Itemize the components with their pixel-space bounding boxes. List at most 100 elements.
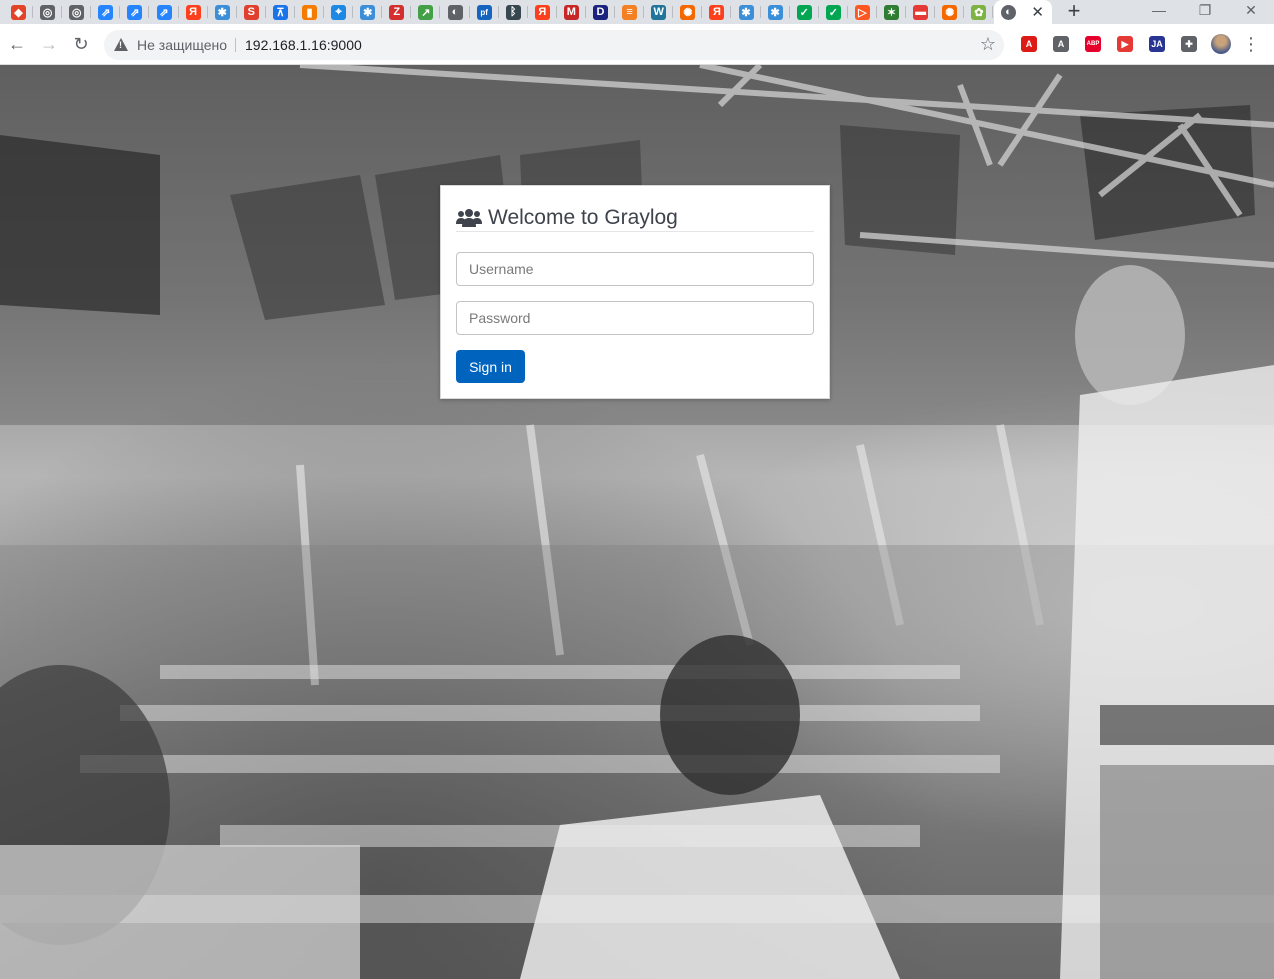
tab-separator [119,6,121,18]
pf-app-icon: pf [476,4,492,20]
jira-icon: ⇗ [127,4,143,20]
tab-separator [293,6,295,18]
forward-button[interactable]: → [37,32,61,56]
browser-tab[interactable]: D [586,0,615,24]
tab-separator [934,6,936,18]
browser-tab[interactable]: ↗ [411,0,441,24]
browser-tab[interactable]: ✓ [819,0,848,24]
media-ext-icon[interactable]: ▶ [1117,36,1133,52]
browser-tab[interactable]: ⌖ [324,0,354,24]
browser-tab[interactable]: ✿ [964,0,994,24]
browser-tab[interactable]: ⇗ [120,0,150,24]
bookmark-star-icon[interactable]: ☆ [980,34,996,55]
angular-icon[interactable]: A [1021,36,1037,52]
a-ext-icon[interactable]: A [1053,36,1069,52]
minimize-button[interactable]: — [1136,0,1182,24]
jira-icon: ⇗ [156,4,172,20]
browser-tab[interactable]: ✱ [208,0,237,24]
grafana-icon: ✺ [942,4,958,20]
tab-separator [846,6,848,18]
red-app-icon: ▬ [913,4,929,20]
tab-separator [614,6,615,18]
users-icon [456,208,482,227]
username-field[interactable] [456,252,814,286]
close-icon[interactable]: ✕ [1031,3,1044,21]
browser-tab[interactable]: ᛒ [499,0,528,24]
tab-separator [759,6,761,18]
browser-tab[interactable]: ◆ [4,0,33,24]
tab-separator [817,6,819,18]
address-bar[interactable]: Не защищено 192.168.1.16:9000 ☆ [104,30,1004,60]
tab-separator [701,6,703,18]
browser-tab[interactable]: ✺ [935,0,965,24]
star-app-icon: ✶ [884,4,899,20]
browser-tab[interactable]: ⊼ [266,0,295,24]
sign-in-button[interactable]: Sign in [456,350,525,383]
tab-separator [323,6,324,18]
menu-icon[interactable]: ⋮ [1242,34,1260,55]
pin-app-icon: ⌖ [331,4,347,20]
browser-tab[interactable]: ◎ [62,0,92,24]
browser-tab[interactable]: ✶ [877,0,906,24]
browser-tab[interactable]: ⇗ [150,0,179,24]
puzzle-icon[interactable]: ✚ [1181,36,1197,52]
tab-separator [672,6,674,18]
orange-app-icon: ▮ [302,4,317,20]
browser-tab[interactable]: ✱ [761,0,790,24]
browser-tab[interactable]: ◎ [33,0,63,24]
globe-icon: ◐ [1001,4,1016,20]
chart-app-icon: ↗ [418,4,434,20]
tab-separator [555,6,557,18]
new-tab-button[interactable]: + [1062,0,1086,24]
browser-tab[interactable]: ▬ [906,0,936,24]
ja-ext-icon[interactable]: JA [1149,36,1165,52]
tab-separator [526,6,528,18]
browser-tab[interactable]: ✱ [732,0,761,24]
browser-tab[interactable]: S [237,0,266,24]
tab-separator [788,6,790,18]
browser-tab[interactable]: Я [528,0,557,24]
browser-tab[interactable]: ✱ [353,0,383,24]
tab-separator [264,6,266,18]
browser-tab[interactable]: ≡ [615,0,645,24]
m-app-icon: M [563,4,579,20]
url-text[interactable]: 192.168.1.16:9000 [245,37,362,53]
warning-icon[interactable] [114,38,128,51]
browser-tab[interactable]: M [557,0,586,24]
gear-app-icon: ✱ [767,4,783,20]
browser-tab[interactable]: Z [382,0,412,24]
browser-tab[interactable]: pf [470,0,499,24]
bluetooth-icon: ᛒ [505,4,521,20]
tab-separator [875,6,877,18]
tab-separator [410,6,412,18]
yandex-icon: Я [534,4,550,20]
gear-app-icon: ✱ [738,4,754,20]
browser-tab[interactable]: Я [702,0,732,24]
adblock-icon[interactable]: ABP [1085,36,1101,52]
divider [235,38,236,52]
maximize-button[interactable]: ❐ [1182,0,1228,24]
tab-separator [584,6,586,18]
browser-tab[interactable]: ▷ [848,0,877,24]
back-button[interactable]: ← [5,32,29,56]
tab-separator [352,6,354,18]
stackoverflow-icon: ≡ [622,4,638,20]
tab-separator [381,6,383,18]
browser-tab[interactable]: Я [179,0,208,24]
password-field[interactable] [456,301,814,335]
profile-avatar[interactable] [1211,34,1231,54]
tab-separator [32,6,33,18]
browser-tab[interactable]: ◐ [441,0,470,24]
browser-tab[interactable]: ⇗ [91,0,121,24]
browser-tab[interactable]: ✓ [790,0,819,24]
close-window-button[interactable]: ✕ [1228,0,1274,24]
browser-tab[interactable]: W [644,0,674,24]
security-label[interactable]: Не защищено [137,37,227,53]
browser-tab[interactable]: ✺ [673,0,703,24]
browser-tab[interactable]: ▮ [295,0,324,24]
active-tab[interactable]: ◐ ✕ [994,0,1052,24]
login-card: Welcome to Graylog Sign in [440,185,830,399]
veeam-icon: ✓ [825,4,841,20]
login-header: Welcome to Graylog [456,204,814,232]
reload-button[interactable]: ↻ [69,32,93,56]
